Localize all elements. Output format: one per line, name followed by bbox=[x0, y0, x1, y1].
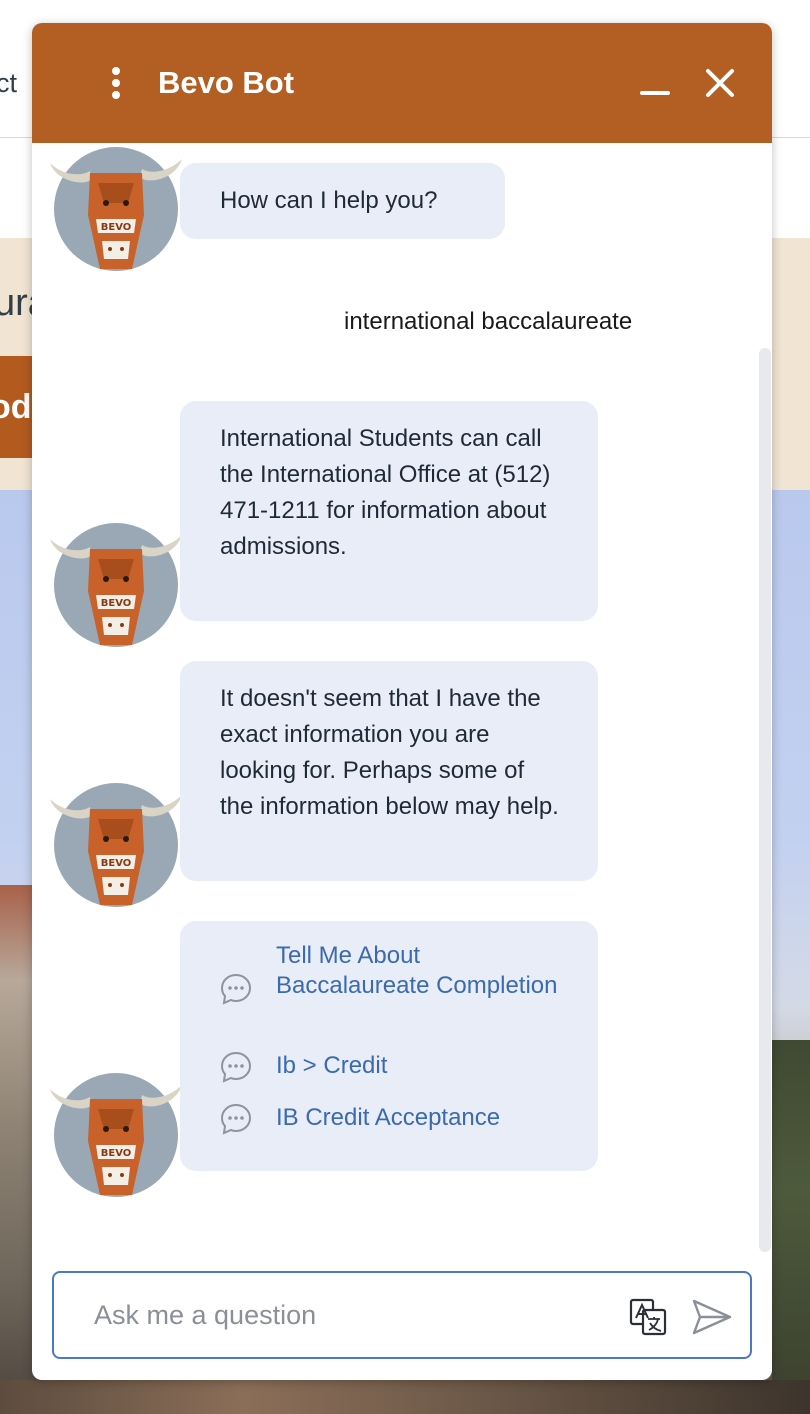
bot-message: It doesn't seem that I have the exact in… bbox=[180, 661, 598, 881]
suggestion-link[interactable]: Ib > Credit bbox=[218, 1049, 558, 1085]
svg-text:BEVO: BEVO bbox=[101, 1148, 132, 1159]
send-icon bbox=[692, 1299, 732, 1335]
bot-avatar: BEVO bbox=[44, 521, 184, 649]
user-message: international baccalaureate bbox=[344, 308, 633, 335]
suggestion-label: IB Credit Acceptance bbox=[276, 1104, 501, 1131]
bot-avatar: BEVO bbox=[44, 145, 184, 273]
background-nav-text: ct bbox=[0, 68, 18, 98]
menu-button[interactable] bbox=[102, 61, 130, 105]
minimize-button[interactable] bbox=[634, 69, 674, 109]
svg-text:BEVO: BEVO bbox=[101, 222, 132, 233]
chat-bubble-icon bbox=[220, 1051, 252, 1083]
bot-avatar: BEVO bbox=[44, 781, 184, 909]
suggestion-label: Ib > Credit bbox=[276, 1052, 388, 1079]
chat-title: Bevo Bot bbox=[158, 65, 295, 100]
message-input[interactable] bbox=[94, 1295, 614, 1335]
bot-message: International Students can call the Inte… bbox=[180, 401, 598, 621]
svg-text:BEVO: BEVO bbox=[101, 858, 132, 869]
send-button[interactable] bbox=[690, 1295, 734, 1339]
message-scrollbar[interactable] bbox=[759, 348, 771, 1252]
chat-bubble-icon bbox=[220, 973, 252, 1005]
chat-header: Bevo Bot bbox=[32, 23, 772, 143]
close-button[interactable] bbox=[700, 63, 740, 103]
translate-icon bbox=[629, 1298, 667, 1336]
close-icon bbox=[706, 69, 734, 97]
suggestion-link[interactable]: IB Credit Acceptance bbox=[218, 1101, 558, 1137]
message-text: How can I help you? bbox=[220, 187, 438, 214]
chat-bubble-icon bbox=[220, 1103, 252, 1135]
translate-button[interactable] bbox=[628, 1297, 668, 1337]
background-photo-bottom bbox=[0, 1380, 810, 1414]
suggestions-card: Tell Me About Baccalaureate Completion I… bbox=[180, 921, 598, 1171]
message-text: International Students can call the Inte… bbox=[220, 425, 551, 560]
bot-avatar: BEVO bbox=[44, 1071, 184, 1199]
suggestion-label: Tell Me About Baccalaureate Completion bbox=[276, 942, 558, 999]
chat-widget: Bevo Bot BEVO How can I help you? intern… bbox=[32, 23, 772, 1380]
message-input-box bbox=[52, 1271, 752, 1359]
svg-text:BEVO: BEVO bbox=[101, 598, 132, 609]
message-text: It doesn't seem that I have the exact in… bbox=[220, 685, 559, 820]
suggestion-link[interactable]: Tell Me About Baccalaureate Completion bbox=[218, 941, 558, 1033]
background-trees bbox=[772, 1040, 810, 1414]
bot-message: How can I help you? bbox=[180, 163, 505, 239]
